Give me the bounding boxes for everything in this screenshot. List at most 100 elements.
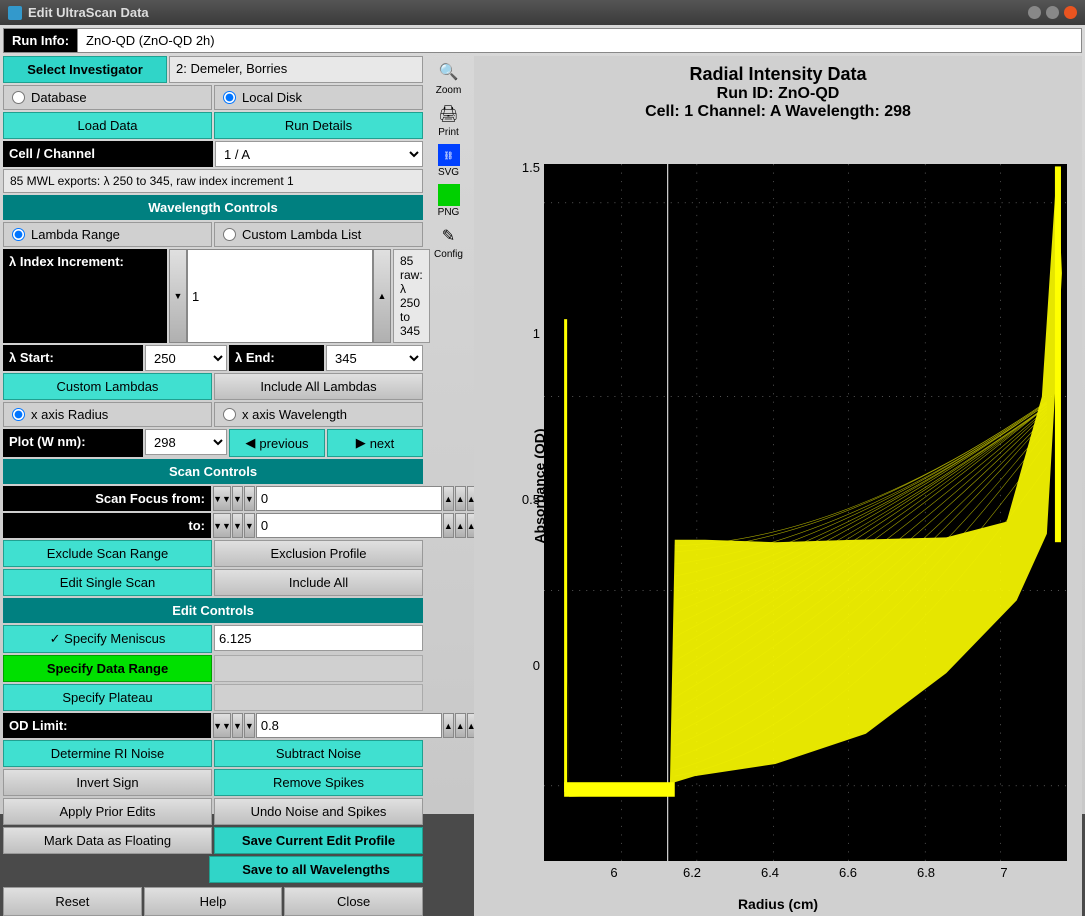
zoom-label: Zoom [436,85,462,96]
xtick: 6.8 [917,865,935,880]
scan-from-bigdown[interactable]: ▼▼ [213,486,231,511]
lambda-end-label: λ End: [229,345,324,371]
scan-to-down[interactable]: ▼ [244,513,255,538]
determine-ri-noise-button[interactable]: Determine RI Noise [3,740,212,767]
xtick: 6 [610,865,617,880]
include-all-button[interactable]: Include All [214,569,423,596]
custom-lambda-label: Custom Lambda List [242,227,361,242]
scan-from-down2[interactable]: ▼ [232,486,243,511]
help-button[interactable]: Help [144,887,283,916]
next-button[interactable]: ▶ next [327,429,423,457]
print-icon: 🖨 [437,102,461,126]
svg-label: SVG [438,167,459,178]
plot-wnm-select[interactable]: 298 [145,429,227,455]
lambda-start-label: λ Start: [3,345,143,371]
ytick: 0.5 [516,492,540,507]
arrow-right-icon: ▶ [356,435,366,451]
ytick: 0 [516,658,540,673]
scan-from-input[interactable] [256,486,442,511]
xtick: 6.6 [839,865,857,880]
od-limit-label: OD Limit: [3,713,211,738]
png-tool[interactable]: PNG [429,182,469,220]
mark-floating-button[interactable]: Mark Data as Floating [3,827,212,854]
cell-channel-select[interactable]: 1 / A [215,141,423,167]
xaxis-wavelength-label: x axis Wavelength [242,407,347,422]
od-down2[interactable]: ▼ [232,713,243,738]
apply-prior-edits-button[interactable]: Apply Prior Edits [3,798,212,825]
png-label: PNG [438,207,460,218]
print-tool[interactable]: 🖨Print [429,100,469,140]
od-bigdown[interactable]: ▼▼ [213,713,231,738]
save-all-wavelengths-button[interactable]: Save to all Wavelengths [209,856,423,883]
xtick: 6.4 [761,865,779,880]
edit-single-scan-button[interactable]: Edit Single Scan [3,569,212,596]
plot-area: Radial Intensity Data Run ID: ZnO-QD Cel… [474,56,1082,916]
undo-noise-spikes-button[interactable]: Undo Noise and Spikes [214,798,423,825]
svg-icon: ⛓ [438,144,460,166]
scan-from-label: Scan Focus from: [3,486,211,511]
include-all-lambdas-button[interactable]: Include All Lambdas [214,373,423,400]
png-icon [438,184,460,206]
reset-button[interactable]: Reset [3,887,142,916]
remove-spikes-button[interactable]: Remove Spikes [214,769,423,796]
edit-controls-header: Edit Controls [3,598,423,623]
xaxis-wavelength-radio[interactable]: x axis Wavelength [214,402,423,427]
config-icon: ✎ [437,224,461,248]
runinfo-value: ZnO-QD (ZnO-QD 2h) [78,28,1082,53]
scan-from-down[interactable]: ▼ [244,486,255,511]
lambda-index-down[interactable]: ▼ [169,249,187,343]
lambda-start-select[interactable]: 250 [145,345,227,371]
lambda-index-label: λ Index Increment: [3,249,167,343]
xaxis-label: Radius (cm) [738,896,818,912]
app-icon [8,6,22,20]
chart-canvas[interactable] [544,164,1067,861]
zoom-tool[interactable]: 🔍Zoom [429,58,469,98]
run-details-button[interactable]: Run Details [214,112,423,139]
specify-plateau-button[interactable]: Specify Plateau [3,684,212,711]
maximize-button[interactable] [1046,6,1059,19]
scan-to-down2[interactable]: ▼ [232,513,243,538]
minimize-button[interactable] [1028,6,1041,19]
exclusion-profile-button[interactable]: Exclusion Profile [214,540,423,567]
lambda-index-info: 85 raw: λ 250 to 345 [393,249,430,343]
svg-tool[interactable]: ⛓SVG [429,142,469,180]
save-edit-profile-button[interactable]: Save Current Edit Profile [214,827,423,854]
meniscus-input[interactable] [214,625,423,651]
mwl-export-text: 85 MWL exports: λ 250 to 345, raw index … [3,169,423,193]
close-button[interactable]: Close [284,887,423,916]
scan-controls-header: Scan Controls [3,459,423,484]
exclude-scan-range-button[interactable]: Exclude Scan Range [3,540,212,567]
arrow-left-icon: ◀ [245,435,255,451]
specify-data-range-button[interactable]: Specify Data Range [3,655,212,682]
lambda-range-label: Lambda Range [31,227,120,242]
localdisk-radio[interactable]: Local Disk [214,85,423,110]
lambda-index-input[interactable] [187,249,373,343]
database-radio[interactable]: Database [3,85,212,110]
custom-lambda-radio[interactable]: Custom Lambda List [214,222,423,247]
subtract-noise-button[interactable]: Subtract Noise [214,740,423,767]
ytick: 1 [516,326,540,341]
plot-toolbar: 🔍Zoom 🖨Print ⛓SVG PNG ✎Config [426,56,471,916]
scan-to-input[interactable] [256,513,442,538]
od-limit-input[interactable] [256,713,442,738]
lambda-end-select[interactable]: 345 [326,345,423,371]
next-label: next [370,436,395,451]
localdisk-radio-label: Local Disk [242,90,302,105]
previous-button[interactable]: ◀previous [229,429,325,457]
config-tool[interactable]: ✎Config [429,222,469,262]
lambda-index-up[interactable]: ▲ [373,249,391,343]
plot-subtitle-1: Run ID: ZnO-QD [474,85,1082,103]
invert-sign-button[interactable]: Invert Sign [3,769,212,796]
xaxis-radius-radio[interactable]: x axis Radius [3,402,212,427]
xaxis-radius-label: x axis Radius [31,407,108,422]
load-data-button[interactable]: Load Data [3,112,212,139]
custom-lambdas-button[interactable]: Custom Lambdas [3,373,212,400]
plot-title: Radial Intensity Data [474,56,1082,85]
select-investigator-button[interactable]: Select Investigator [3,56,167,83]
lambda-range-radio[interactable]: Lambda Range [3,222,212,247]
scan-to-bigdown[interactable]: ▼▼ [213,513,231,538]
specify-meniscus-button[interactable]: ✓ Specify Meniscus [3,625,212,653]
chart-svg [544,164,1067,861]
close-window-button[interactable] [1064,6,1077,19]
od-down[interactable]: ▼ [244,713,255,738]
